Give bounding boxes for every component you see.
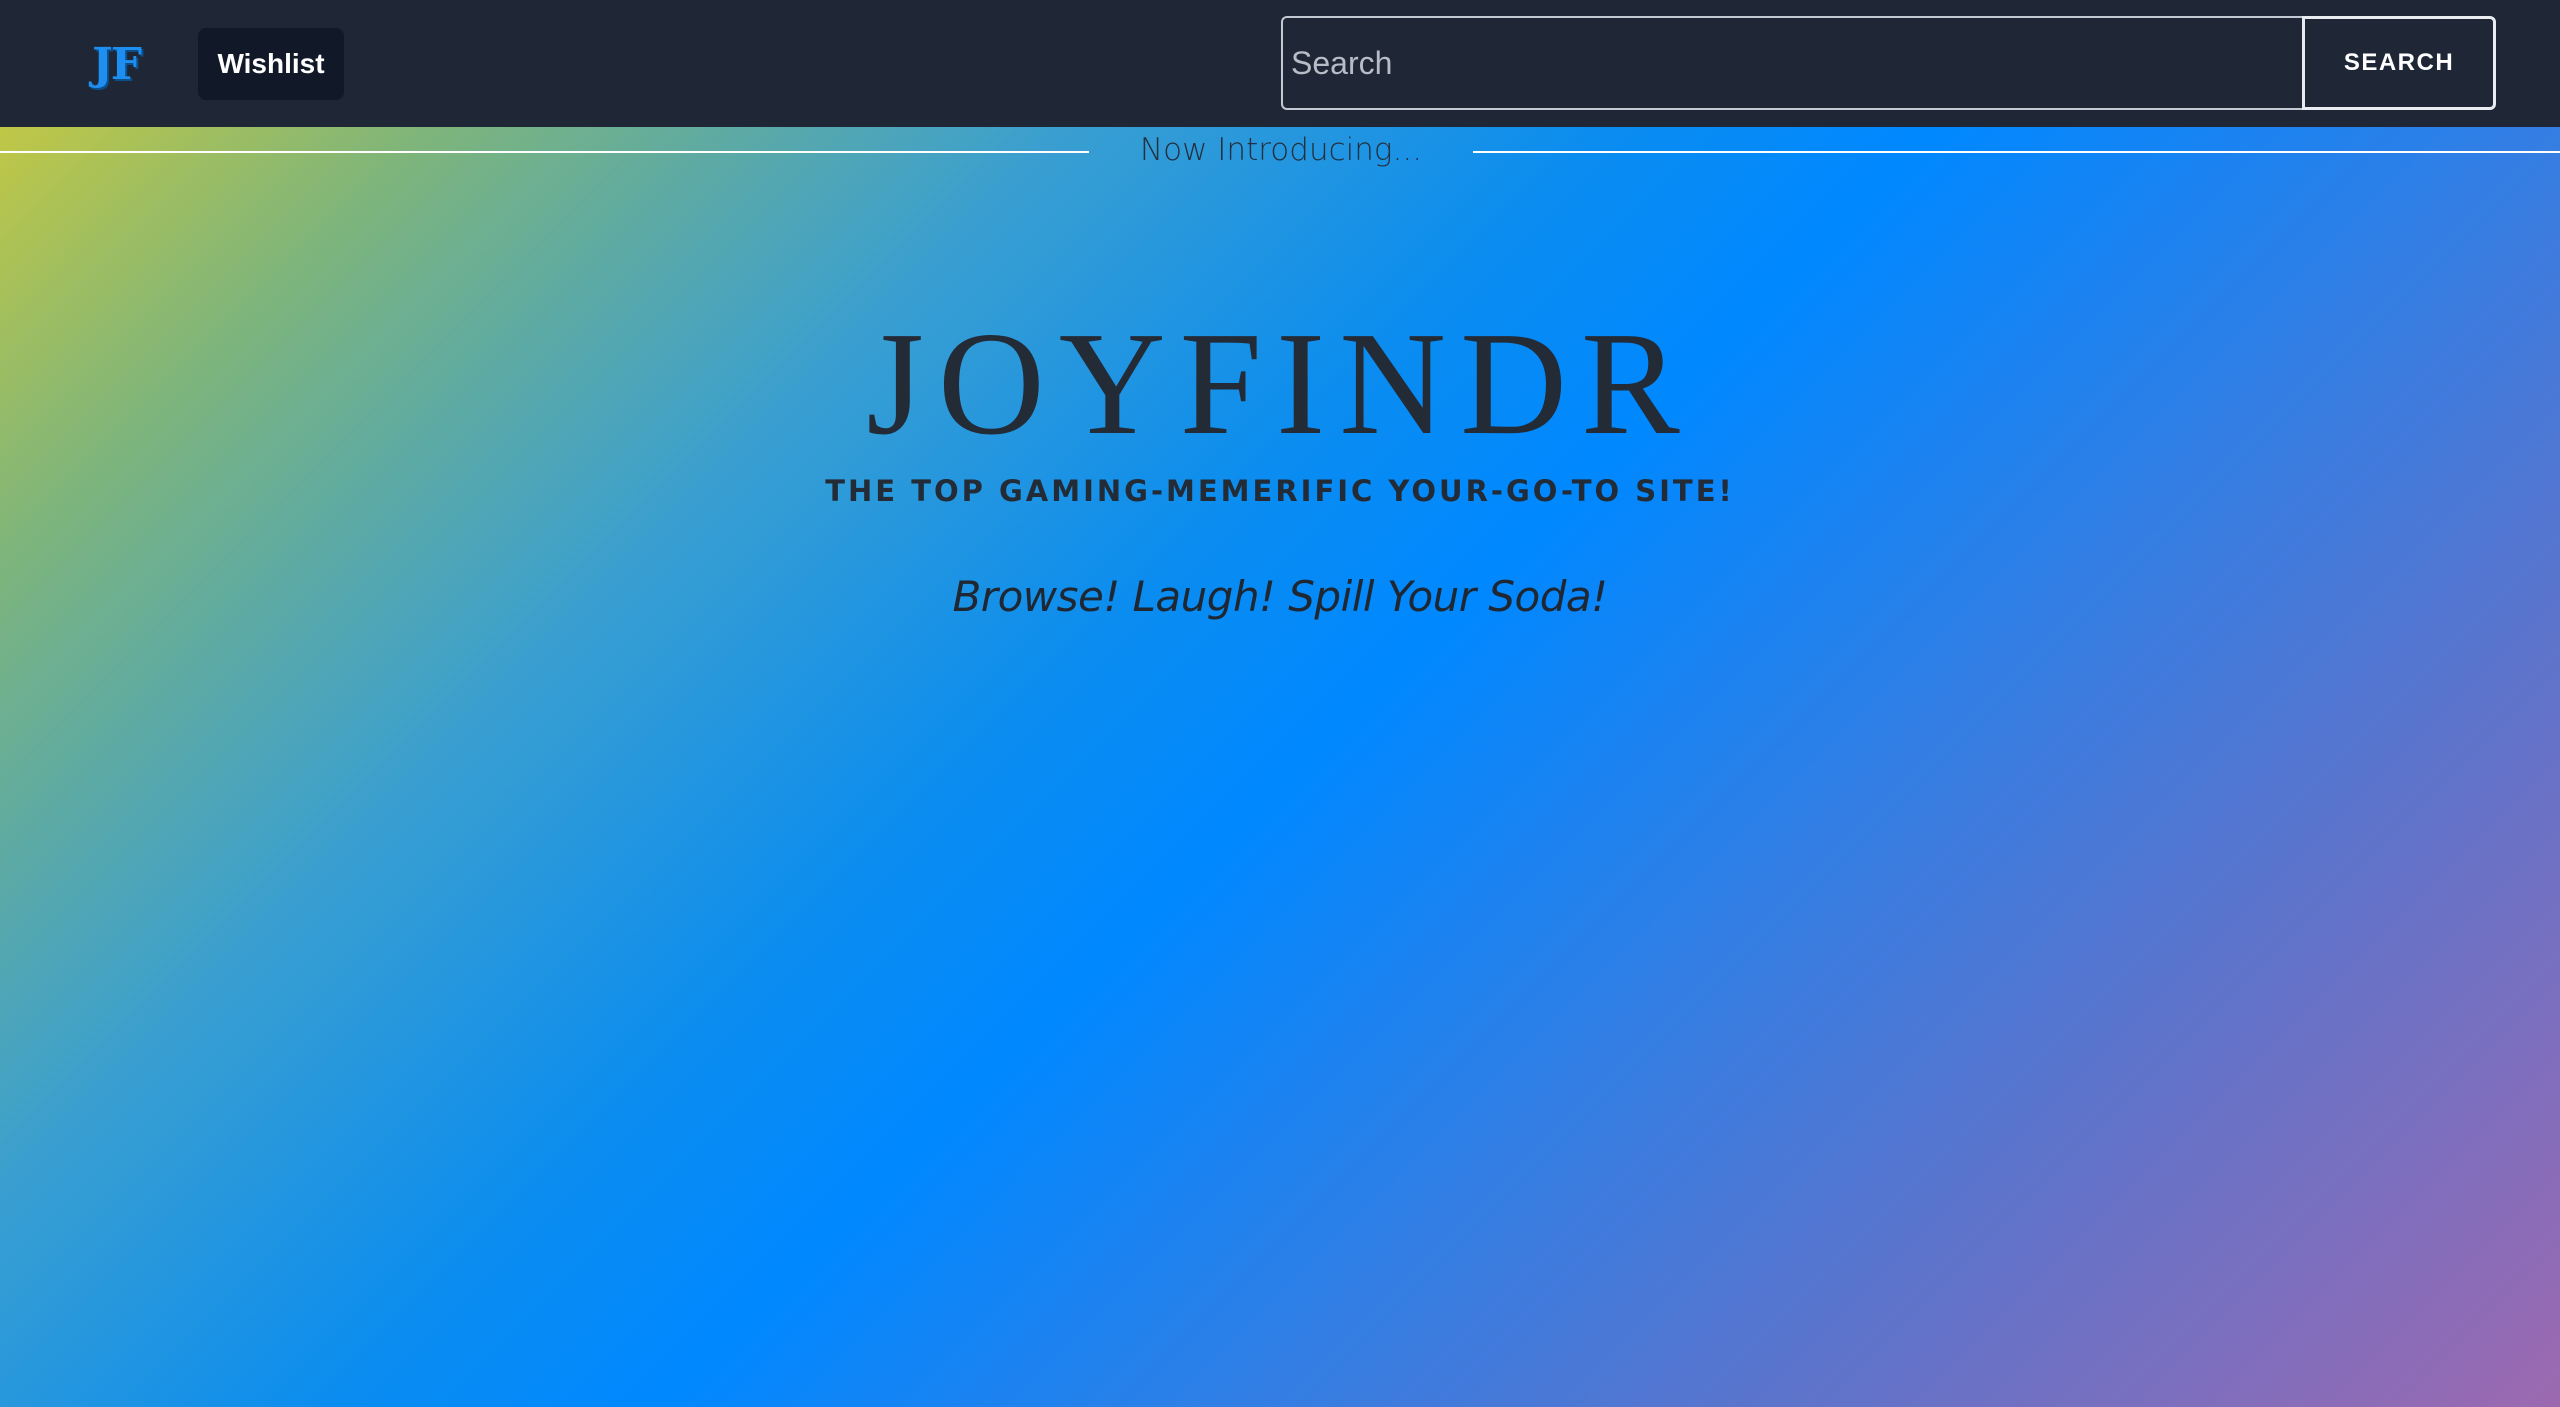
intro-divider-left <box>0 151 1089 153</box>
hero-title: JOYFINDR <box>866 302 1694 466</box>
search-input[interactable] <box>1281 16 2303 110</box>
hero-tagline: Browse! Laugh! Spill Your Soda! <box>952 572 1608 621</box>
intro-divider-right <box>1473 151 2560 153</box>
hero-subtitle: THE TOP GAMING-MEMERIFIC YOUR-GO-TO SITE… <box>825 474 1735 508</box>
intro-text: Now Introducing... <box>1139 132 1423 168</box>
navbar: JF Wishlist SEARCH <box>0 0 2560 127</box>
search-button[interactable]: SEARCH <box>2302 16 2496 110</box>
wishlist-button[interactable]: Wishlist <box>198 28 344 100</box>
brand-logo[interactable]: JF <box>76 36 156 92</box>
